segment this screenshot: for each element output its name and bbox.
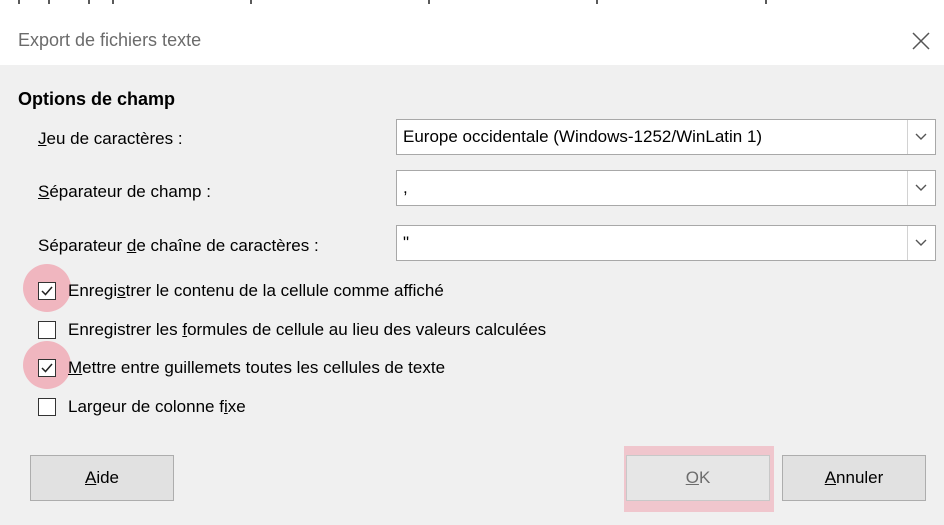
checkbox-label: Mettre entre guillemets toutes les cellu…	[68, 358, 445, 378]
button-label: ide	[96, 468, 120, 487]
strip-mark	[428, 0, 430, 4]
chevron-down-icon	[915, 239, 927, 246]
charset-label: Jeu de caractères :	[38, 129, 183, 149]
label-text: Séparateur	[38, 236, 127, 255]
label-text: Largeur de colonne f	[68, 397, 224, 416]
checkbox-label: Enregistrer les formules de cellule au l…	[68, 320, 546, 340]
help-button[interactable]: Aide	[30, 455, 174, 501]
close-button[interactable]	[908, 28, 934, 54]
field-separator-combo[interactable]: ,	[396, 170, 936, 206]
checkbox-box[interactable]	[38, 359, 56, 377]
label-text: xe	[227, 397, 246, 416]
checkbox-box[interactable]	[38, 321, 56, 339]
dialog-body: Options de champ Jeu de caractères : Eur…	[0, 65, 944, 525]
label-text: ormules de cellule au lieu des valeurs c…	[187, 320, 547, 339]
label-text: eu de caractères :	[46, 129, 183, 148]
checkbox-box[interactable]	[38, 398, 56, 416]
mnemonic: d	[126, 236, 137, 255]
mnemonic: J	[38, 129, 47, 148]
window-title: Export de fichiers texte	[18, 30, 202, 50]
strip-mark	[48, 0, 50, 4]
string-separator-combo[interactable]: "	[396, 225, 936, 261]
label-text: ettre entre guillemets toutes les cellul…	[82, 358, 446, 377]
checkmark-icon	[41, 363, 53, 373]
charset-select[interactable]: Europe occidentale (Windows-1252/WinLati…	[396, 119, 936, 155]
checkbox-box[interactable]	[38, 282, 56, 300]
label-text: Enregi	[68, 281, 118, 300]
close-icon	[912, 32, 930, 50]
string-separator-value: "	[403, 233, 410, 252]
label-text: trer le contenu de la cellule comme affi…	[125, 281, 444, 300]
checkbox-label: Largeur de colonne fixe	[68, 397, 246, 417]
mnemonic: A	[824, 468, 837, 487]
button-label: nnuler	[836, 468, 884, 487]
mnemonic: A	[84, 468, 97, 487]
chevron-down-icon	[915, 133, 927, 140]
mnemonic: S	[38, 182, 50, 201]
checkmark-icon	[41, 286, 53, 296]
strip-mark	[18, 0, 20, 4]
label-text: Enregistrer les	[68, 320, 183, 339]
dropdown-button[interactable]	[907, 226, 935, 260]
title-bar: Export de fichiers texte	[0, 10, 944, 65]
cancel-button[interactable]: Annuler	[782, 455, 926, 501]
ok-button[interactable]: OK	[626, 455, 770, 501]
string-separator-label: Séparateur de chaîne de caractères :	[38, 236, 319, 256]
mnemonic: s	[117, 281, 126, 300]
checkbox-label: Enregistrer le contenu de la cellule com…	[68, 281, 444, 301]
strip-mark	[88, 0, 90, 4]
button-label: K	[698, 468, 711, 487]
dropdown-button[interactable]	[907, 171, 935, 205]
section-heading: Options de champ	[18, 89, 176, 109]
strip-mark	[112, 0, 114, 4]
label-text: e chaîne de caractères :	[136, 236, 319, 255]
chevron-down-icon	[915, 184, 927, 191]
label-text: éparateur de champ :	[49, 182, 211, 201]
dropdown-button[interactable]	[907, 120, 935, 154]
field-separator-value: ,	[403, 178, 408, 197]
strip-mark	[250, 0, 252, 4]
field-separator-label: Séparateur de champ :	[38, 182, 211, 202]
strip-mark	[765, 0, 767, 4]
strip-mark	[596, 0, 598, 4]
mnemonic: O	[685, 468, 699, 487]
mnemonic: M	[68, 358, 83, 377]
charset-value: Europe occidentale (Windows-1252/WinLati…	[403, 127, 763, 146]
